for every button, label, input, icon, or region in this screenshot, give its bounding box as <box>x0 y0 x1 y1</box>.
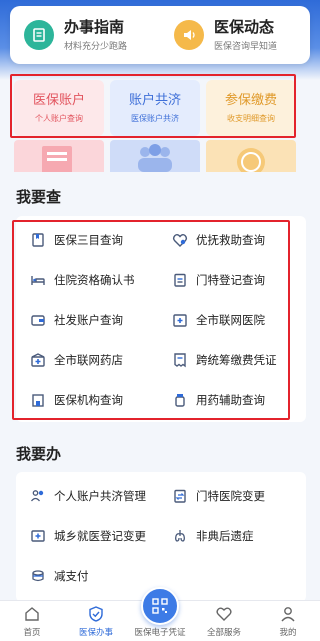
coin-icon <box>30 568 46 584</box>
wallet-icon <box>30 312 46 328</box>
query-item-label: 社发账户查询 <box>54 313 123 327</box>
receipt-icon <box>172 352 188 368</box>
query-item-hospital-cert[interactable]: 住院资格确认书 <box>30 272 135 288</box>
guide-item-news[interactable]: 医保动态 医保咨询早知道 <box>160 6 310 64</box>
do-item-registration-change[interactable]: 城乡就医登记变更 <box>30 528 146 544</box>
section-title-do: 我要办 <box>16 445 62 463</box>
user-icon <box>281 607 295 622</box>
nav-label: 首页 <box>23 628 41 638</box>
query-item-institution[interactable]: 医保机构查询 <box>30 392 123 408</box>
speaker-icon <box>174 20 204 50</box>
illustration-coin <box>206 140 296 172</box>
illustration-document <box>14 140 104 172</box>
nav-all-services[interactable]: 全部服务 <box>192 601 256 641</box>
heart-shield-icon <box>172 232 188 248</box>
heart-icon <box>216 607 232 621</box>
home-icon <box>25 607 39 621</box>
guide-title: 办事指南 <box>64 18 125 36</box>
query-item-label: 全市联网医院 <box>196 313 265 327</box>
people-icon <box>30 488 46 504</box>
qr-button[interactable] <box>141 587 179 625</box>
query-item-pharmacy[interactable]: 全市联网药店 <box>30 352 123 368</box>
query-item-label: 医保机构查询 <box>54 393 123 407</box>
app-root: 办事指南 材料充分少跑路 医保动态 医保咨询早知道 医保账户 个人账户查询 账户… <box>0 0 320 641</box>
transfer-icon <box>172 488 188 504</box>
nav-label: 我的 <box>279 628 297 638</box>
do-item-account-share[interactable]: 个人账户共济管理 <box>30 488 146 504</box>
qr-icon <box>152 598 168 614</box>
section-title-query: 我要查 <box>16 188 62 206</box>
nav-label: 医保电子凭证 <box>134 628 186 638</box>
lungs-icon <box>172 528 188 544</box>
do-item-label: 非典后遗症 <box>196 529 254 543</box>
do-item-label: 城乡就医登记变更 <box>54 529 146 543</box>
medicine-icon <box>172 392 188 408</box>
register-icon <box>30 528 46 544</box>
nav-home[interactable]: 首页 <box>0 601 64 641</box>
query-item-label: 跨统筹缴费凭证 <box>196 353 277 367</box>
query-item-label: 优抚救助查询 <box>196 233 265 247</box>
query-item-relief[interactable]: 优抚救助查询 <box>172 232 265 248</box>
illustration-people <box>110 140 200 172</box>
do-item-sars-sequelae[interactable]: 非典后遗症 <box>172 528 254 544</box>
query-item-hospital-network[interactable]: 全市联网医院 <box>172 312 265 328</box>
do-item-label: 个人账户共济管理 <box>54 489 146 503</box>
query-item-label: 医保三目查询 <box>54 233 123 247</box>
bed-icon <box>30 272 46 288</box>
highlight-box-accounts <box>10 74 296 138</box>
query-item-special-register[interactable]: 门特登记查询 <box>172 272 265 288</box>
do-item-hospital-change[interactable]: 门特医院变更 <box>172 488 265 504</box>
query-item-label: 全市联网药店 <box>54 353 123 367</box>
guide-subtitle: 材料充分少跑路 <box>64 42 128 52</box>
clipboard-icon <box>172 272 188 288</box>
nav-label: 全部服务 <box>206 628 241 638</box>
query-item-label: 用药辅助查询 <box>196 393 265 407</box>
pharmacy-icon <box>30 352 46 368</box>
guide-item-handbook[interactable]: 办事指南 材料充分少跑路 <box>10 6 160 64</box>
building-icon <box>30 392 46 408</box>
do-item-label: 门特医院变更 <box>196 489 265 503</box>
guide-card: 办事指南 材料充分少跑路 医保动态 医保咨询早知道 <box>10 6 310 64</box>
query-item-medication[interactable]: 用药辅助查询 <box>172 392 265 408</box>
nav-profile[interactable]: 我的 <box>256 601 320 641</box>
book-icon <box>24 20 54 50</box>
do-item-label: 减支付 <box>54 569 89 583</box>
query-item-label: 门特登记查询 <box>196 273 265 287</box>
do-item-reduce-payment[interactable]: 减支付 <box>30 568 89 584</box>
query-item-label: 住院资格确认书 <box>54 273 135 287</box>
nav-label: 医保办事 <box>78 628 113 638</box>
query-item-social-account[interactable]: 社发账户查询 <box>30 312 123 328</box>
hospital-icon <box>172 312 188 328</box>
query-item-payment-cert[interactable]: 跨统筹缴费凭证 <box>172 352 277 368</box>
guide-title: 医保动态 <box>214 18 275 36</box>
query-item-catalog[interactable]: 医保三目查询 <box>30 232 123 248</box>
guide-subtitle: 医保咨询早知道 <box>214 42 278 52</box>
nav-medical-affairs[interactable]: 医保办事 <box>64 601 128 641</box>
bookmark-icon <box>30 232 46 248</box>
shield-icon <box>89 606 103 622</box>
